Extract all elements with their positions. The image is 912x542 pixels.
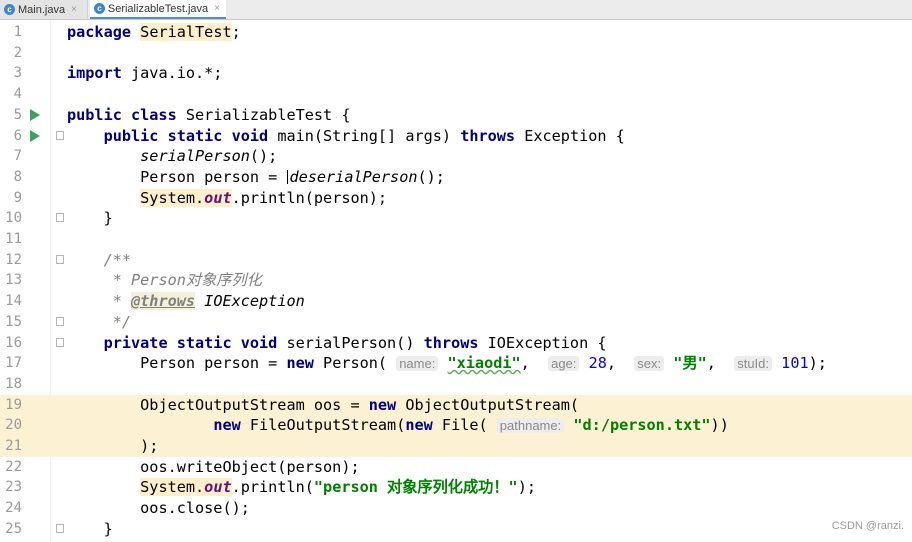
parameter-hint: pathname:	[496, 418, 565, 434]
java-class-icon: c	[94, 3, 105, 14]
line-number: 8	[13, 168, 22, 185]
code-text: /**	[103, 250, 132, 269]
line-number: 16	[5, 334, 22, 351]
line-number: 3	[13, 65, 22, 82]
code-line: 21 );	[0, 436, 912, 457]
fold-icon[interactable]	[56, 213, 64, 223]
java-class-icon: c	[4, 4, 15, 15]
code-text: Person person = new Person( name: "xiaod…	[140, 354, 827, 373]
code-line: 1 package SerialTest;	[0, 22, 912, 43]
code-line: 18	[0, 374, 912, 395]
code-line: 20 new FileOutputStream(new File( pathna…	[0, 415, 912, 436]
code-line: 14 * @throws IOException	[0, 291, 912, 312]
code-line: 22 oos.writeObject(person);	[0, 457, 912, 478]
line-number: 20	[5, 417, 22, 434]
run-icon[interactable]	[30, 108, 40, 121]
line-number: 24	[5, 500, 22, 517]
line-number: 7	[13, 148, 22, 165]
line-number: 1	[13, 24, 22, 40]
line-number: 13	[5, 272, 22, 289]
parameter-hint: age:	[548, 356, 580, 372]
code-text: public class SerializableTest {	[67, 105, 351, 124]
line-number: 10	[5, 210, 22, 227]
fold-icon[interactable]	[56, 523, 64, 533]
line-number: 9	[13, 189, 22, 206]
code-editor[interactable]: 1 package SerialTest; 2 3 import java.io…	[0, 20, 912, 542]
code-line: 23 System.out.println("person 对象序列化成功！")…	[0, 477, 912, 498]
fold-icon[interactable]	[56, 337, 64, 347]
code-text: import java.io.*;	[67, 64, 223, 83]
code-line: 12 /**	[0, 250, 912, 271]
line-number: 23	[5, 479, 22, 496]
code-line: 4	[0, 84, 912, 105]
line-number: 2	[13, 44, 22, 61]
code-text: public static void main(String[] args) t…	[103, 126, 625, 145]
parameter-hint: name:	[396, 356, 439, 372]
code-text: }	[103, 519, 113, 538]
code-text: oos.writeObject(person);	[140, 457, 360, 476]
watermark: CSDN @ranzi.	[831, 520, 904, 532]
code-text: private static void serialPerson() throw…	[103, 333, 607, 352]
line-number: 19	[5, 396, 22, 413]
line-number: 18	[5, 375, 22, 392]
code-text: * Person对象序列化	[103, 271, 262, 290]
line-number: 15	[5, 313, 22, 330]
line-number: 5	[13, 106, 22, 123]
code-line: 7 serialPerson();	[0, 146, 912, 167]
line-number: 12	[5, 251, 22, 268]
code-text: serialPerson();	[140, 147, 278, 166]
fold-icon[interactable]	[56, 316, 64, 326]
tab-main-java[interactable]: c Main.java ×	[0, 0, 88, 19]
parameter-hint: stuId:	[734, 356, 773, 372]
code-line: 9 System.out.println(person);	[0, 188, 912, 209]
line-number: 25	[5, 520, 22, 537]
code-line: 19 ObjectOutputStream oos = new ObjectOu…	[0, 394, 912, 416]
editor-tab-bar: c Main.java × c SerializableTest.java ×	[0, 0, 912, 20]
fold-icon[interactable]	[56, 130, 64, 140]
code-text: System.out.println(person);	[140, 188, 388, 207]
line-number: 21	[5, 438, 22, 454]
code-line: 11	[0, 229, 912, 250]
code-line: 10 }	[0, 208, 912, 229]
tab-serializabletest-java[interactable]: c SerializableTest.java ×	[90, 0, 226, 19]
code-text: Person person = deserialPerson();	[140, 167, 445, 186]
code-line: 24 oos.close();	[0, 498, 912, 519]
code-text: new FileOutputStream(new File( pathname:…	[213, 416, 729, 435]
code-line: 5 public class SerializableTest {	[0, 105, 912, 126]
code-line: 16 private static void serialPerson() th…	[0, 333, 912, 354]
fold-icon[interactable]	[56, 254, 64, 264]
code-line: 25 }	[0, 519, 912, 540]
line-number: 14	[5, 293, 22, 310]
code-text: ObjectOutputStream oos = new ObjectOutpu…	[140, 395, 580, 414]
line-number: 6	[13, 127, 22, 144]
line-number: 4	[13, 86, 22, 103]
parameter-hint: sex:	[634, 356, 665, 372]
code-line: 17 Person person = new Person( name: "xi…	[0, 353, 912, 374]
code-text: * @throws IOException	[103, 292, 305, 311]
line-number: 11	[5, 231, 22, 247]
run-icon[interactable]	[30, 129, 40, 142]
line-number: 22	[5, 458, 22, 475]
code-text: oos.close();	[140, 499, 250, 518]
code-text: System.out.println("person 对象序列化成功！");	[140, 478, 536, 497]
code-line: 8 Person person = deserialPerson();	[0, 167, 912, 188]
code-line: 15 */	[0, 312, 912, 333]
code-text: }	[103, 209, 113, 228]
code-line: 3 import java.io.*;	[0, 63, 912, 84]
code-line: 6 public static void main(String[] args)…	[0, 126, 912, 147]
code-text: package SerialTest;	[67, 23, 241, 41]
code-line: 2	[0, 43, 912, 64]
tab-label: Main.java	[18, 3, 66, 16]
close-icon[interactable]: ×	[71, 4, 77, 15]
code-line: 13 * Person对象序列化	[0, 270, 912, 291]
tab-label: SerializableTest.java	[107, 2, 209, 15]
close-icon[interactable]: ×	[214, 3, 220, 14]
code-text: );	[140, 437, 159, 455]
line-number: 17	[5, 355, 22, 372]
code-text: */	[103, 312, 132, 331]
